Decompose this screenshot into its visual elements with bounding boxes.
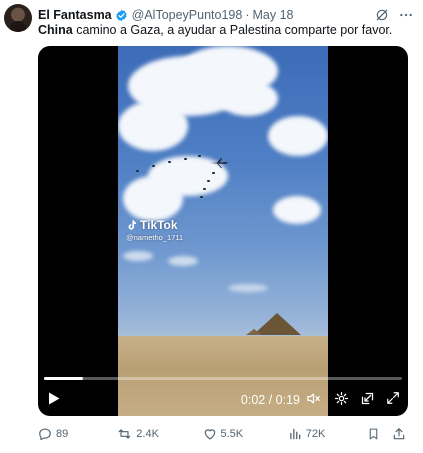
aircraft [200, 196, 203, 198]
bookmark-action[interactable] [367, 427, 380, 441]
video-frame[interactable]: TikTok @nametho_1711 [118, 46, 328, 416]
tiktok-logo-icon [128, 220, 137, 230]
repost-icon [118, 429, 131, 439]
picture-in-picture-icon[interactable] [360, 391, 375, 406]
author-avatar[interactable] [4, 4, 32, 32]
aircraft [198, 155, 201, 157]
settings-gear-icon[interactable] [334, 391, 349, 406]
views-action[interactable]: 72K [288, 427, 367, 441]
tweet-actions: 89 2.4K 5.5K 72K [38, 426, 410, 442]
cloud [273, 196, 321, 224]
tweet-text-body: camino a Gaza, a ayudar a Palestina comp… [72, 23, 393, 37]
cloud [218, 81, 278, 116]
more-options-icon[interactable] [399, 8, 413, 22]
volume-muted-icon[interactable] [306, 391, 321, 406]
author-name[interactable]: El Fantasma [38, 8, 112, 22]
cloud [123, 251, 153, 261]
large-aircraft [210, 158, 228, 168]
views-count: 72K [305, 428, 326, 440]
reply-count: 89 [56, 428, 69, 440]
views-bar-chart-icon [289, 428, 301, 440]
play-icon[interactable] [48, 392, 60, 405]
aircraft [168, 161, 171, 163]
cloud [168, 256, 198, 266]
reply-action[interactable]: 89 [38, 427, 117, 441]
aircraft [152, 165, 155, 167]
tweet-text: China camino a Gaza, a ayudar a Palestin… [38, 22, 413, 38]
video-time: 0:02 / 0:19 [240, 393, 300, 407]
cloud [268, 116, 328, 156]
fullscreen-icon[interactable] [386, 391, 400, 405]
tiktok-brand-text: TikTok [140, 218, 178, 232]
like-count: 5.5K [220, 428, 244, 440]
share-icon [393, 428, 405, 440]
separator-dot: · [245, 8, 250, 22]
repost-action[interactable]: 2.4K [117, 427, 202, 441]
tweet-text-bold: China [38, 23, 73, 37]
header-actions [375, 8, 413, 22]
share-action[interactable] [392, 427, 406, 441]
reply-icon [39, 428, 51, 441]
aircraft [203, 188, 206, 190]
aircraft [184, 158, 187, 160]
aircraft [136, 170, 139, 172]
aircraft [212, 172, 215, 174]
heart-icon [204, 429, 215, 440]
cloud [118, 101, 188, 151]
video-player[interactable]: TikTok @nametho_1711 0:02 / 0:19 [38, 46, 408, 416]
small-pyramid [246, 329, 262, 335]
author-handle[interactable]: @AlTopeyPunto198 [132, 8, 243, 22]
cloud [228, 284, 268, 292]
video-controls: 0:02 / 0:19 [38, 380, 408, 416]
tiktok-username: @nametho_1711 [126, 233, 184, 242]
like-action[interactable]: 5.5K [203, 427, 288, 441]
repost-count: 2.4K [136, 428, 159, 440]
verified-badge-icon [115, 9, 127, 21]
aircraft [207, 180, 210, 182]
grok-icon[interactable] [375, 8, 389, 22]
bookmark-icon [369, 428, 378, 440]
tiktok-watermark: TikTok @nametho_1711 [126, 218, 183, 242]
post-date[interactable]: May 18 [253, 8, 294, 22]
